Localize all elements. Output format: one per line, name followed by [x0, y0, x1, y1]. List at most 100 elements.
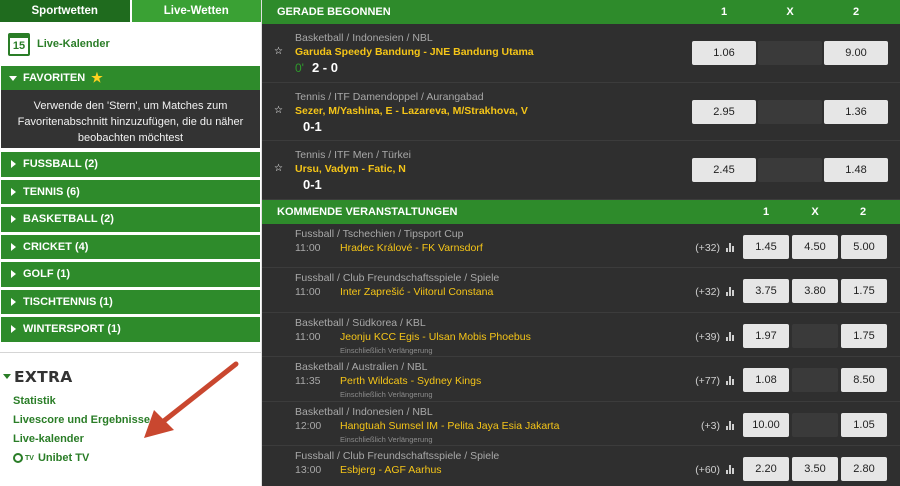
- sport-item-label: WINTERSPORT (1): [23, 323, 121, 336]
- event-score: 0-1: [295, 177, 322, 192]
- event-time: 11:00: [295, 241, 321, 254]
- odds-button-x[interactable]: 4.50: [792, 234, 838, 259]
- upcoming-event-row[interactable]: Fussball / Club Freundschaftsspiele / Sp…: [262, 446, 900, 486]
- sport-item[interactable]: TENNIS (6): [1, 179, 260, 204]
- odds-button-x-empty: [792, 323, 838, 348]
- odds-button-1[interactable]: 1.06: [692, 41, 756, 65]
- sport-item[interactable]: FUSSBALL (2): [1, 152, 260, 177]
- event-name[interactable]: Hradec Králové - FK Varnsdorf: [340, 242, 483, 254]
- odds-button-x-empty: [758, 99, 822, 124]
- odds-button-1[interactable]: 2.45: [692, 158, 756, 182]
- odds-button-x[interactable]: 3.50: [792, 457, 838, 482]
- calendar-icon: 15: [8, 32, 30, 56]
- odds-button-1[interactable]: 1.45: [743, 234, 789, 259]
- odds-button-x-empty: [792, 368, 838, 393]
- event-breadcrumb: Tennis / ITF Men / Türkei: [295, 149, 411, 161]
- live-event-row[interactable]: ☆ Tennis / ITF Men / Türkei Ursu, Vadym …: [262, 141, 900, 200]
- link-unibet-tv[interactable]: TV Unibet TV: [13, 449, 261, 468]
- event-breadcrumb: Tennis / ITF Damendoppel / Aurangabad: [295, 90, 484, 103]
- event-note: Einschließlich Verlängerung: [340, 345, 433, 355]
- upcoming-event-row[interactable]: Basketball / Australien / NBL 11:35 Pert…: [262, 357, 900, 402]
- live-event-row[interactable]: ☆ Tennis / ITF Damendoppel / Aurangabad …: [262, 82, 900, 141]
- event-time: 11:35: [295, 375, 321, 388]
- odds-button-2[interactable]: 1.05: [841, 412, 887, 437]
- favorites-header[interactable]: FAVORITEN ★: [1, 66, 260, 90]
- event-name[interactable]: Ursu, Vadym - Fatic, N: [295, 163, 406, 175]
- upcoming-event-row[interactable]: Basketball / Indonesien / NBL 12:00 Hang…: [262, 401, 900, 447]
- live-calendar-link[interactable]: 15 Live-Kalender: [0, 22, 261, 66]
- main-content: GERADE BEGONNEN 1 X 2 ☆ Basketball / Ind…: [262, 0, 900, 486]
- event-name[interactable]: Perth Wildcats - Sydney Kings: [340, 375, 481, 387]
- more-markets-count[interactable]: (+3): [690, 420, 720, 432]
- event-name[interactable]: Jeonju KCC Egis - Ulsan Mobis Phoebus: [340, 331, 531, 343]
- stats-bars-icon[interactable]: [726, 287, 735, 297]
- event-score-value: 2 - 0: [311, 60, 338, 75]
- col-1: 1: [762, 205, 770, 218]
- sport-item-label: GOLF (1): [23, 268, 71, 281]
- odds-button-2[interactable]: 9.00: [824, 41, 888, 65]
- sport-item[interactable]: WINTERSPORT (1): [1, 317, 260, 342]
- col-x: X: [786, 6, 794, 18]
- odds-button-2[interactable]: 5.00: [841, 234, 887, 259]
- event-breadcrumb: Fussball / Club Freundschaftsspiele / Sp…: [295, 272, 500, 285]
- event-name[interactable]: Hangtuah Sumsel IM - Pelita Jaya Esia Ja…: [340, 420, 559, 432]
- odds-button-2[interactable]: 1.75: [841, 323, 887, 348]
- tv-badge: TV: [25, 454, 34, 462]
- odds-button-1[interactable]: 2.20: [743, 457, 789, 482]
- more-markets-count[interactable]: (+77): [690, 375, 720, 387]
- stats-bars-icon[interactable]: [726, 242, 735, 252]
- event-name[interactable]: Garuda Speedy Bandung - JNE Bandung Utam…: [295, 46, 534, 58]
- more-markets-count[interactable]: (+32): [690, 286, 720, 298]
- more-markets-count[interactable]: (+60): [690, 464, 720, 476]
- more-markets-count[interactable]: (+32): [690, 242, 720, 254]
- odds-button-1[interactable]: 1.97: [743, 323, 789, 348]
- sport-item-label: CRICKET (4): [23, 240, 89, 253]
- sport-item[interactable]: TISCHTENNIS (1): [1, 289, 260, 314]
- stats-bars-icon[interactable]: [726, 420, 735, 430]
- star-icon: ★: [91, 70, 103, 85]
- sport-item[interactable]: GOLF (1): [1, 262, 260, 287]
- star-outline-icon[interactable]: ☆: [274, 163, 283, 174]
- event-note: Einschließlich Verlängerung: [340, 434, 433, 444]
- odds-button-1[interactable]: 10.00: [743, 412, 789, 437]
- link-unibet-tv-label: Unibet TV: [37, 451, 90, 464]
- caret-right-icon: [11, 297, 16, 306]
- event-score: 0' 2 - 0: [295, 60, 338, 75]
- sport-item[interactable]: BASKETBALL (2): [1, 207, 260, 232]
- sport-item[interactable]: CRICKET (4): [1, 234, 260, 259]
- star-outline-icon[interactable]: ☆: [274, 105, 283, 116]
- odds-button-2[interactable]: 8.50: [841, 368, 887, 393]
- live-event-row[interactable]: ☆ Basketball / Indonesien / NBL Garuda S…: [262, 24, 900, 83]
- upcoming-section-title: KOMMENDE VERANSTALTUNGEN: [277, 205, 458, 218]
- upcoming-event-row[interactable]: Fussball / Club Freundschaftsspiele / Sp…: [262, 268, 900, 313]
- star-outline-icon[interactable]: ☆: [274, 46, 283, 57]
- odds-button-x[interactable]: 3.80: [792, 279, 838, 304]
- odds-button-1[interactable]: 1.08: [743, 368, 789, 393]
- sport-item-label: FUSSBALL (2): [23, 158, 98, 171]
- tab-live-wetten[interactable]: Live-Wetten: [131, 0, 261, 22]
- event-name[interactable]: Sezer, M/Yashina, E - Lazareva, M/Strakh…: [295, 105, 528, 117]
- event-score: 0-1: [295, 119, 322, 134]
- live-calendar-label: Live-Kalender: [37, 38, 110, 50]
- tab-sportwetten[interactable]: Sportwetten: [0, 0, 132, 22]
- stats-bars-icon[interactable]: [726, 376, 735, 386]
- event-breadcrumb: Fussball / Club Freundschaftsspiele / Sp…: [295, 450, 500, 463]
- upcoming-event-row[interactable]: Fussball / Tschechien / Tipsport Cup 11:…: [262, 223, 900, 269]
- odds-button-2[interactable]: 2.80: [841, 457, 887, 482]
- odds-button-2[interactable]: 1.75: [841, 279, 887, 304]
- event-name[interactable]: Esbjerg - AGF Aarhus: [340, 464, 442, 476]
- stats-bars-icon[interactable]: [726, 331, 735, 341]
- event-name[interactable]: Inter Zaprešić - Viitorul Constana: [340, 286, 493, 298]
- extra-title: EXTRA: [14, 367, 73, 386]
- more-markets-count[interactable]: (+39): [690, 331, 720, 343]
- odds-button-1[interactable]: 3.75: [743, 279, 789, 304]
- odds-button-1[interactable]: 2.95: [692, 99, 756, 124]
- upcoming-section-header: KOMMENDE VERANSTALTUNGEN 1 X 2: [262, 199, 900, 224]
- upcoming-event-row[interactable]: Basketball / Südkorea / KBL 11:00 Jeonju…: [262, 312, 900, 358]
- live-section-title: GERADE BEGONNEN: [277, 6, 391, 18]
- odds-button-2[interactable]: 1.36: [824, 99, 888, 124]
- event-breadcrumb: Basketball / Australien / NBL: [295, 361, 428, 374]
- odds-button-2[interactable]: 1.48: [824, 158, 888, 182]
- col-2: 2: [859, 205, 867, 218]
- stats-bars-icon[interactable]: [726, 465, 735, 475]
